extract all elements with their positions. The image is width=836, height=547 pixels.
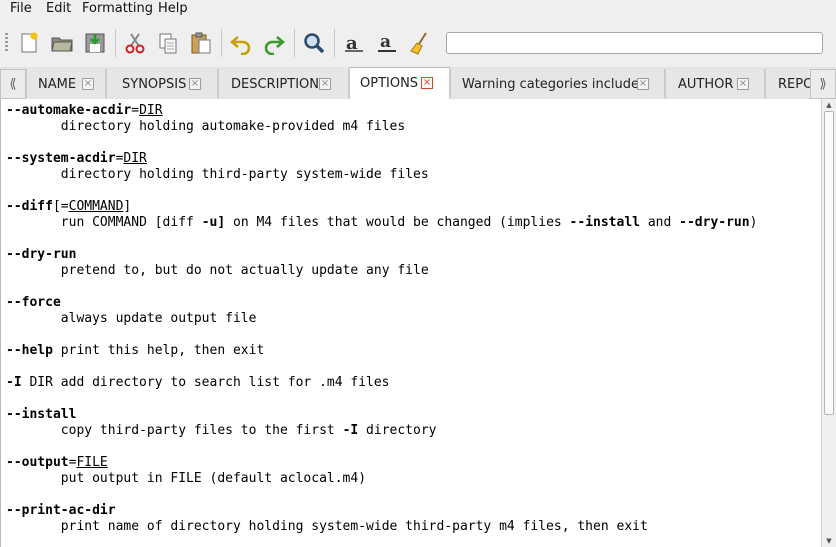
chevron-right-icon: ⟫ [819, 76, 827, 92]
close-icon[interactable]: × [82, 78, 94, 90]
tab-label: NAME [38, 77, 77, 92]
option-desc: directory holding third-party system-wid… [60, 167, 429, 182]
option-desc: and [640, 215, 680, 230]
menu-file[interactable]: File [10, 1, 32, 16]
option-desc: on M4 files that would be changed (impli… [225, 215, 570, 230]
menu-help[interactable]: Help [158, 1, 188, 16]
option-name: --help [6, 343, 53, 358]
option-desc: DIR add directory to search list for .m4… [21, 375, 390, 390]
option-name: --print-ac-dir [6, 503, 116, 518]
option-name: --dry-run [6, 247, 77, 262]
scrollbar-thumb[interactable] [824, 111, 834, 415]
menu-formatting[interactable]: Formatting [82, 1, 153, 16]
tab-label: REPO [778, 77, 811, 92]
toolbar-separator [115, 29, 116, 57]
option-name: --diff [6, 199, 53, 214]
menu-edit[interactable]: Edit [46, 1, 71, 16]
copy-icon[interactable] [154, 29, 182, 57]
tabs-scroll-left-button[interactable]: ⟪ [0, 69, 26, 99]
clear-formatting-icon[interactable] [406, 29, 434, 57]
tab-author[interactable]: AUTHOR × [665, 69, 765, 98]
option-desc: run COMMAND [diff [60, 215, 202, 230]
tab-options[interactable]: OPTIONS × [349, 67, 450, 100]
tab-label: Warning categories include: [462, 77, 644, 92]
scroll-up-arrow-icon[interactable]: ▲ [824, 100, 834, 110]
scroll-down-arrow-icon[interactable]: ▼ [824, 536, 834, 546]
tabs-scroll-right-button[interactable]: ⟫ [810, 69, 836, 99]
option-ref: --install [569, 215, 640, 230]
tab-label: DESCRIPTION [231, 77, 319, 92]
save-icon[interactable] [81, 29, 109, 57]
toolbar-separator [294, 29, 295, 57]
option-ref: -I [342, 423, 359, 438]
option-name: --install [6, 407, 77, 422]
find-icon[interactable] [300, 29, 328, 57]
option-desc: directory holding automake-provided m4 f… [60, 119, 406, 134]
close-icon[interactable]: × [421, 77, 433, 89]
option-name: -I [6, 375, 22, 390]
new-document-icon[interactable] [15, 29, 43, 57]
tab-label: SYNOPSIS [122, 77, 187, 92]
tab-description[interactable]: DESCRIPTION × [218, 69, 349, 98]
option-desc: copy third-party files to the first [60, 423, 343, 438]
section-tab-bar: ⟪ NAME × SYNOPSIS × DESCRIPTION × OPTION… [0, 67, 836, 100]
option-arg: FILE [76, 455, 108, 470]
undo-icon[interactable] [227, 29, 255, 57]
search-input[interactable] [446, 32, 823, 54]
paste-icon[interactable] [187, 29, 215, 57]
option-desc: directory [358, 423, 437, 438]
tab-warning-categories[interactable]: Warning categories include: × [450, 69, 665, 98]
vertical-scrollbar[interactable]: ▲ ▼ [821, 99, 836, 547]
option-arg: DIR [123, 151, 147, 166]
redo-icon[interactable] [260, 29, 288, 57]
option-arg: COMMAND [68, 199, 124, 214]
close-icon[interactable]: × [319, 78, 331, 90]
open-folder-icon[interactable] [48, 29, 76, 57]
toolbar: a a [0, 19, 836, 67]
option-name: --automake-acdir [6, 103, 132, 118]
svg-text:a: a [380, 32, 391, 52]
tab-label: AUTHOR [678, 77, 734, 92]
underline-font-icon[interactable]: a [373, 29, 401, 57]
options-text: --automake-acdir=DIR directory holding a… [6, 103, 758, 534]
tab-label: OPTIONS [360, 76, 419, 91]
option-desc: print this help, then exit [52, 343, 265, 358]
close-icon[interactable]: × [737, 78, 749, 90]
option-desc: always update output file [60, 311, 257, 326]
option-desc: print name of directory holding system-w… [60, 519, 648, 534]
close-icon[interactable]: × [637, 78, 649, 90]
option-desc: pretend to, but do not actually update a… [60, 263, 429, 278]
tab-repo[interactable]: REPO [765, 69, 811, 98]
option-name: --output [6, 455, 69, 470]
option-arg: DIR [139, 103, 163, 118]
cut-icon[interactable] [121, 29, 149, 57]
font-icon[interactable]: a [340, 29, 368, 57]
option-ref: -u] [201, 215, 226, 230]
chevron-left-icon: ⟪ [9, 76, 17, 92]
toolbar-separator [221, 29, 222, 57]
option-desc: put output in FILE (default aclocal.m4) [60, 471, 367, 486]
toolbar-grip[interactable] [5, 33, 8, 53]
close-icon[interactable]: × [189, 78, 201, 90]
option-desc: ) [749, 215, 758, 230]
toolbar-separator [334, 29, 335, 57]
tab-synopsis[interactable]: SYNOPSIS × [106, 69, 218, 98]
option-ref: --dry-run [679, 215, 750, 230]
document-view[interactable]: --automake-acdir=DIR directory holding a… [0, 99, 821, 547]
menu-bar: File Edit Formatting Help [0, 0, 836, 19]
tab-name[interactable]: NAME × [26, 69, 106, 98]
option-name: --force [6, 295, 61, 310]
option-name: --system-acdir [6, 151, 116, 166]
